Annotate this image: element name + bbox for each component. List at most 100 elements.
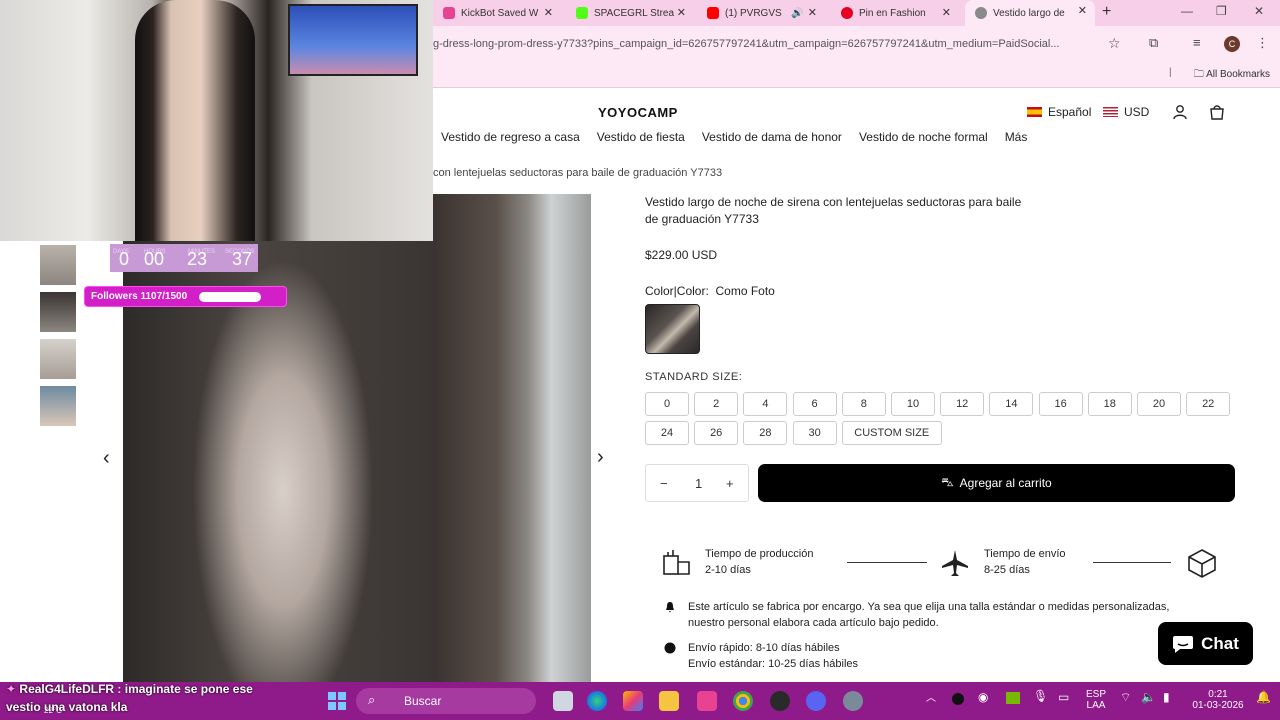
- url-field[interactable]: g-dress-long-prom-dress-y7733?pins_campa…: [433, 38, 1098, 50]
- tab-title: Vestido largo de: [993, 7, 1065, 19]
- copilot-icon[interactable]: [623, 691, 643, 711]
- notifications-bell-icon[interactable]: 🔔: [1256, 691, 1271, 703]
- close-tab-icon[interactable]: ✕: [544, 6, 553, 19]
- size-option-14[interactable]: 14: [989, 392, 1034, 416]
- currency-selector[interactable]: USD: [1103, 105, 1149, 119]
- size-option-10[interactable]: 10: [891, 392, 935, 416]
- timer-hours: 00: [144, 249, 165, 269]
- nav-item[interactable]: Vestido de regreso a casa: [441, 130, 580, 144]
- thumbnail-2[interactable]: [40, 292, 76, 332]
- thumbnail-1[interactable]: [40, 245, 76, 285]
- tab-youtube[interactable]: (1) PVRGVS 🔊 ✕: [697, 2, 825, 24]
- size-option-28[interactable]: 28: [743, 421, 788, 445]
- battery-icon[interactable]: ▮: [1163, 691, 1170, 703]
- size-option-26[interactable]: 26: [694, 421, 739, 445]
- menu-kebab-icon[interactable]: ⋮: [1256, 35, 1269, 51]
- edge-browser-icon[interactable]: [587, 691, 607, 711]
- size-option-4[interactable]: 4: [743, 392, 788, 416]
- settings-gear-icon[interactable]: [843, 691, 863, 711]
- close-tab-icon[interactable]: ✕: [677, 6, 686, 19]
- media-control-icon[interactable]: ≡: [1193, 35, 1201, 50]
- thumbnail-4[interactable]: [40, 386, 76, 426]
- size-option-8[interactable]: 8: [841, 392, 886, 416]
- factory-icon: [663, 550, 690, 575]
- quantity-value[interactable]: 1: [695, 476, 702, 491]
- tab-pinterest[interactable]: Pin en Fashion ✕: [831, 2, 959, 24]
- dot-bullet-icon: [664, 642, 676, 654]
- tab-spacegrl[interactable]: SPACEGRL Strea ✕: [566, 2, 694, 24]
- size-option-custom-size[interactable]: CUSTOM SIZE: [841, 421, 942, 445]
- size-option-24[interactable]: 24: [645, 421, 689, 445]
- discord-tray-icon[interactable]: ◉: [978, 691, 988, 703]
- next-image-arrow-icon[interactable]: ›: [597, 446, 604, 469]
- close-window-icon[interactable]: ✕: [1254, 4, 1264, 18]
- tab-title: (1) PVRGVS: [725, 7, 782, 19]
- discord-icon[interactable]: [806, 691, 826, 711]
- volume-icon[interactable]: 🔈: [1141, 691, 1156, 703]
- language-selector[interactable]: Español: [1027, 105, 1091, 119]
- add-to-cart-button[interactable]: ⛍ Agregar al carrito: [758, 464, 1235, 502]
- bookmark-star-icon[interactable]: ☆: [1108, 35, 1121, 52]
- timer-minutes: 23: [187, 249, 208, 269]
- input-language[interactable]: ESP LAA: [1086, 689, 1106, 711]
- all-bookmarks-button[interactable]: 🗀 All Bookmarks: [1194, 67, 1270, 84]
- obs-icon[interactable]: [770, 691, 790, 711]
- nav-item[interactable]: Vestido de dama de honor: [702, 130, 842, 144]
- cart-icon[interactable]: [1209, 104, 1225, 120]
- profile-avatar[interactable]: C: [1224, 36, 1240, 52]
- audio-playing-icon[interactable]: 🔊: [791, 8, 803, 19]
- followers-goal: Followers 1107/1500: [84, 286, 287, 307]
- close-tab-icon[interactable]: ✕: [942, 6, 951, 19]
- clock-date: 01-03-2026: [1192, 700, 1244, 711]
- close-tab-icon[interactable]: ✕: [1078, 4, 1087, 17]
- tab-vestido-active[interactable]: Vestido largo de ✕: [965, 0, 1095, 26]
- clock[interactable]: 0:21 01-03-2026: [1188, 689, 1248, 711]
- size-option-16[interactable]: 16: [1038, 392, 1083, 416]
- restore-icon[interactable]: ❐: [1216, 4, 1227, 18]
- minimize-icon[interactable]: —: [1181, 4, 1193, 18]
- prev-image-arrow-icon[interactable]: ‹: [103, 447, 110, 470]
- add-to-cart-label: Agregar al carrito: [959, 476, 1052, 490]
- size-option-12[interactable]: 12: [940, 392, 985, 416]
- windows-start-icon[interactable]: [327, 691, 347, 711]
- chat-widget-button[interactable]: Chat: [1158, 622, 1253, 665]
- file-explorer-app-icon[interactable]: [553, 691, 573, 711]
- nvidia-tray-icon[interactable]: [1006, 692, 1020, 704]
- nav-item-more[interactable]: Más: [1005, 130, 1028, 144]
- tray-app-icon[interactable]: [952, 693, 964, 705]
- account-icon[interactable]: [1173, 104, 1187, 120]
- store-app-icon[interactable]: [697, 691, 717, 711]
- chat-bubble-icon: [1173, 635, 1194, 653]
- size-option-18[interactable]: 18: [1087, 392, 1132, 416]
- display-tray-icon[interactable]: ▭: [1058, 691, 1069, 703]
- streamer-figure: [135, 0, 255, 241]
- folder-icon[interactable]: [659, 691, 679, 711]
- size-option-30[interactable]: 30: [792, 421, 837, 445]
- color-swatch-como-foto[interactable]: [645, 304, 700, 354]
- size-label: STANDARD SIZE:: [645, 371, 743, 383]
- chevron-up-icon[interactable]: ︿: [926, 693, 936, 704]
- size-option-6[interactable]: 6: [792, 392, 837, 416]
- taskbar-search[interactable]: ⌕ Buscar: [356, 688, 536, 714]
- size-option-0[interactable]: 0: [645, 392, 689, 416]
- new-tab-button[interactable]: +: [1102, 3, 1111, 21]
- store-logo[interactable]: YOYOCAMP: [598, 105, 678, 120]
- decrease-qty-button[interactable]: −: [660, 476, 668, 491]
- shipping-time-days: 8-25 días: [984, 564, 1030, 576]
- close-tab-icon[interactable]: ✕: [808, 6, 817, 19]
- nav-item[interactable]: Vestido de fiesta: [597, 130, 685, 144]
- extensions-icon[interactable]: ⧉: [1149, 35, 1158, 51]
- thumbnail-3[interactable]: [40, 339, 76, 379]
- nav-item[interactable]: Vestido de noche formal: [859, 130, 988, 144]
- shipping-standard-note: Envío estándar: 10-25 días hábiles: [688, 658, 859, 670]
- tab-kickbot[interactable]: KickBot Saved W ✕: [433, 2, 561, 24]
- size-option-20[interactable]: 20: [1137, 392, 1181, 416]
- color-option-label: Color|Color: Como Foto: [645, 284, 775, 298]
- microphone-icon[interactable]: 🎙: [1033, 690, 1048, 702]
- chrome-icon[interactable]: [733, 691, 753, 711]
- wifi-icon[interactable]: ⌔: [1120, 691, 1131, 703]
- timer-days: 0: [119, 249, 130, 269]
- increase-qty-button[interactable]: +: [726, 476, 734, 491]
- size-option-2[interactable]: 2: [694, 392, 739, 416]
- size-option-22[interactable]: 22: [1186, 392, 1231, 416]
